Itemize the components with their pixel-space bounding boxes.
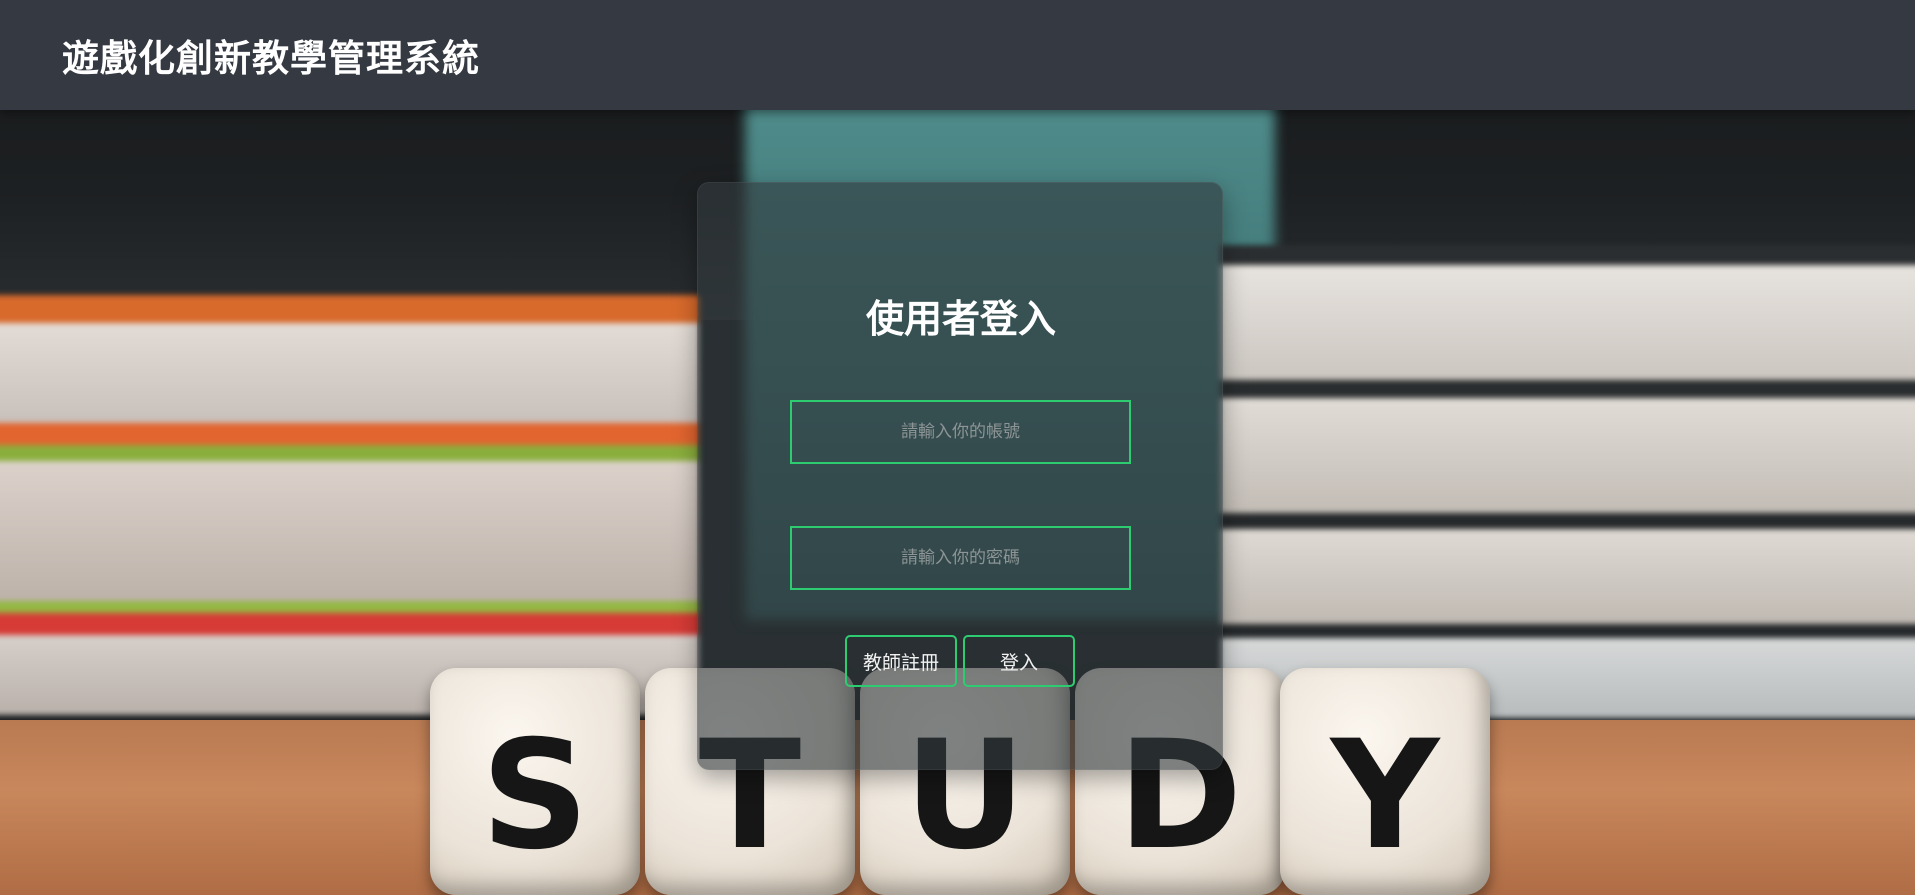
top-navbar: 遊戲化創新教學管理系統 — [0, 0, 1915, 110]
login-title: 使用者登入 — [865, 297, 1056, 341]
die-s: S — [430, 668, 640, 895]
site-title[interactable]: 遊戲化創新教學管理系統 — [62, 28, 480, 82]
account-input[interactable] — [790, 400, 1131, 464]
login-card: 使用者登入 教師註冊 登入 — [697, 182, 1223, 770]
die-y: Y — [1280, 668, 1490, 895]
password-input[interactable] — [790, 526, 1131, 590]
teacher-register-button[interactable]: 教師註冊 — [845, 635, 957, 687]
login-button[interactable]: 登入 — [963, 635, 1075, 687]
book-stack-right — [1220, 245, 1915, 735]
book-stack-left — [0, 295, 700, 715]
